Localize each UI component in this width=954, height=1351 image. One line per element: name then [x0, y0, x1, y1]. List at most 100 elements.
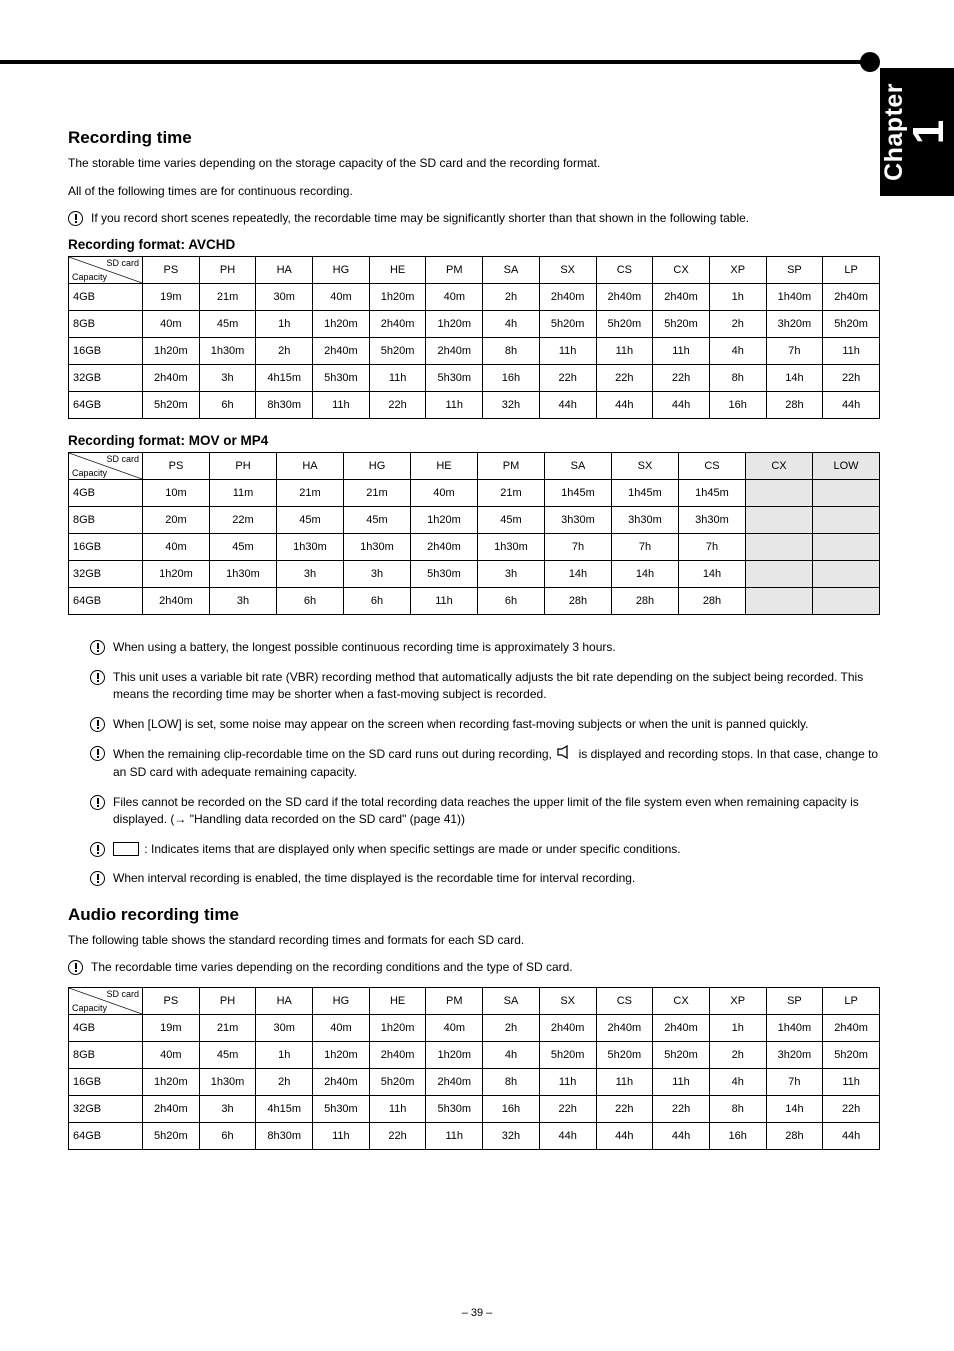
table-cell: 3h20m [766, 1041, 823, 1068]
table-cell: 19m [143, 1014, 200, 1041]
note-7: When interval recording is enabled, the … [90, 870, 880, 887]
table-cell: 20m [143, 507, 210, 534]
table-cell: 16h [709, 392, 766, 419]
table-cell: 11h [369, 365, 426, 392]
table-cell: 40m [426, 1014, 483, 1041]
table-cell: 44h [653, 392, 710, 419]
table-cell [746, 480, 813, 507]
table-cell: 16h [483, 365, 540, 392]
table-row: 16GB1h20m1h30m2h2h40m5h20m2h40m8h11h11h1… [69, 338, 880, 365]
table-cell: 2h [709, 311, 766, 338]
table-cell: 19m [143, 284, 200, 311]
audio-recording-table: SD cardCapacityPSPHHAHGHEPMSASXCSCXXPSPL… [68, 987, 880, 1150]
table-row-label: 4GB [69, 284, 143, 311]
table-cell: 5h20m [539, 311, 596, 338]
table-col-header: XP [709, 257, 766, 284]
table-row-label: 16GB [69, 1068, 143, 1095]
table-cell: 3h [344, 561, 411, 588]
table-cell: 8h [709, 1095, 766, 1122]
table-row: 16GB40m45m1h30m1h30m2h40m1h30m7h7h7h [69, 534, 880, 561]
table-col-header: LP [823, 257, 880, 284]
table-cell: 1h30m [210, 561, 277, 588]
table-cell [813, 480, 880, 507]
table-cell: 22h [539, 1095, 596, 1122]
table-row: 64GB2h40m3h6h6h11h6h28h28h28h [69, 588, 880, 615]
table-cell: 4h [483, 311, 540, 338]
table-cell: 21m [344, 480, 411, 507]
table-row-label: 64GB [69, 588, 143, 615]
table-cell: 11h [823, 338, 880, 365]
table-cell: 1h20m [426, 311, 483, 338]
table-cell: 14h [545, 561, 612, 588]
table-col-header: HA [256, 257, 313, 284]
table-cell: 22h [369, 1122, 426, 1149]
table-row-label: 8GB [69, 311, 143, 338]
table-col-header: HE [369, 257, 426, 284]
table-row: 32GB2h40m3h4h15m5h30m11h5h30m16h22h22h22… [69, 1095, 880, 1122]
table-cell: 1h30m [277, 534, 344, 561]
section-intro-1: The storable time varies depending on th… [68, 154, 880, 172]
table-cell: 22h [823, 365, 880, 392]
note-4-text: When the remaining clip-recordable time … [113, 745, 880, 782]
table-cell: 2h40m [313, 338, 370, 365]
table-row-label: 32GB [69, 365, 143, 392]
table-cell: 2h40m [823, 1014, 880, 1041]
table-cell: 22m [210, 507, 277, 534]
table-col-header: PM [426, 987, 483, 1014]
chapter-side-tab: Chapter 1 [880, 68, 954, 196]
table-cell: 2h40m [143, 365, 200, 392]
table-cell: 5h20m [596, 1041, 653, 1068]
table-cell: 5h20m [143, 1122, 200, 1149]
table-col-header: PS [143, 453, 210, 480]
table-cell: 8h30m [256, 1122, 313, 1149]
table2-caption: Recording format: MOV or MP4 [68, 433, 880, 448]
table-cell: 4h [709, 338, 766, 365]
table-cell: 45m [210, 534, 277, 561]
table-cell: 45m [277, 507, 344, 534]
table-cell: 2h40m [143, 588, 210, 615]
table-cell: 2h40m [596, 284, 653, 311]
table-row-label: 8GB [69, 1041, 143, 1068]
alert-icon [90, 670, 105, 685]
table-col-header: XP [709, 987, 766, 1014]
table-cell [813, 561, 880, 588]
table-cell: 11h [313, 392, 370, 419]
table-cell: 21m [199, 284, 256, 311]
table-row-label: 8GB [69, 507, 143, 534]
table-cell [813, 507, 880, 534]
table-cell: 32h [483, 1122, 540, 1149]
table-col-header: PS [143, 257, 200, 284]
table-cell: 14h [612, 561, 679, 588]
table-cell: 11h [823, 1068, 880, 1095]
table-cell: 1h20m [143, 1068, 200, 1095]
table-cell: 44h [823, 1122, 880, 1149]
table-cell: 30m [256, 1014, 313, 1041]
table-cell: 11m [210, 480, 277, 507]
table-col-header: PH [210, 453, 277, 480]
table-cell: 1h [709, 1014, 766, 1041]
table-cell: 4h15m [256, 1095, 313, 1122]
table-cell: 11h [313, 1122, 370, 1149]
table-cell: 32h [483, 392, 540, 419]
table-cell: 2h40m [539, 1014, 596, 1041]
table-col-header: HA [277, 453, 344, 480]
table-col-header: LOW [813, 453, 880, 480]
table-cell: 22h [539, 365, 596, 392]
table-row-label: 16GB [69, 534, 143, 561]
table-row-label: 16GB [69, 338, 143, 365]
note-4: When the remaining clip-recordable time … [90, 745, 880, 782]
table-cell: 45m [344, 507, 411, 534]
table-cell: 3h [210, 588, 277, 615]
table-cell: 3h [199, 365, 256, 392]
table-col-header: SX [612, 453, 679, 480]
table-cell: 5h30m [313, 1095, 370, 1122]
table-cell: 5h20m [823, 311, 880, 338]
table-cell: 1h20m [369, 284, 426, 311]
table-cell: 6h [199, 1122, 256, 1149]
note-2-text: This unit uses a variable bit rate (VBR)… [113, 669, 880, 704]
note-6: : Indicates items that are displayed onl… [90, 841, 880, 858]
table-cell: 8h [483, 338, 540, 365]
table-cell: 8h [709, 365, 766, 392]
table-cell: 11h [426, 392, 483, 419]
table-cell: 1h30m [199, 338, 256, 365]
